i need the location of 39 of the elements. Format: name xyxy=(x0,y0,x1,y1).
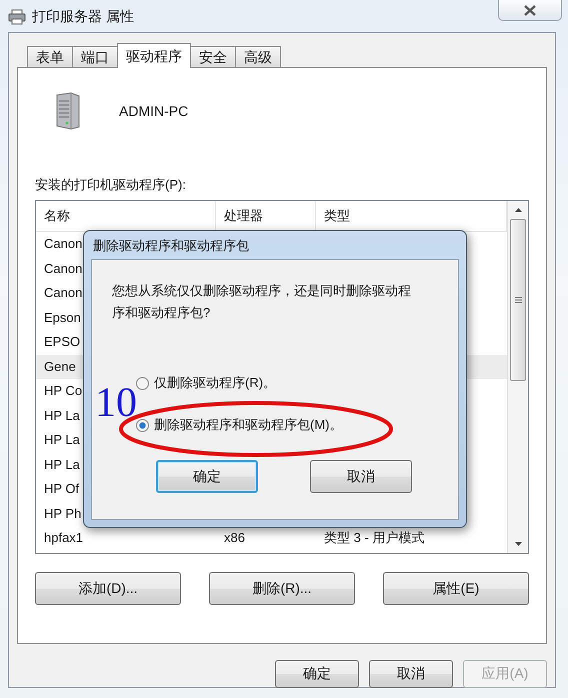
dialog-title: 删除驱动程序和驱动程序包 xyxy=(92,237,250,255)
type-cell-text: 类型 3 - 用户模式 xyxy=(323,529,424,547)
radio-label[interactable]: 仅删除驱动程序(R)。 xyxy=(154,374,276,392)
server-name: ADMIN-PC xyxy=(119,103,188,119)
tab[interactable]: 高级 xyxy=(235,46,281,67)
grip-icon xyxy=(514,297,522,303)
driver-name: HP Ph xyxy=(43,504,82,522)
server-icon xyxy=(55,92,81,130)
list-row[interactable]: hpfax1 x86 类型 3 - 用户模式 xyxy=(36,526,507,550)
action-button[interactable]: 添加(D)... xyxy=(35,572,181,605)
window-title: 打印服务器 属性 xyxy=(32,8,134,26)
scroll-up-icon[interactable] xyxy=(514,208,522,212)
processor-cell-text: x86 xyxy=(223,529,245,547)
action-button[interactable]: 删除(R)... xyxy=(209,572,355,605)
driver-name: HP Of xyxy=(43,480,80,498)
close-button[interactable] xyxy=(498,0,562,21)
scrollbar[interactable] xyxy=(507,201,528,553)
driver-name: Canon xyxy=(43,260,82,278)
dialog-button[interactable]: 确定 xyxy=(156,460,258,493)
tab[interactable]: 安全 xyxy=(190,46,236,67)
tab[interactable]: 驱动程序 xyxy=(117,43,191,68)
scroll-thumb[interactable] xyxy=(510,219,526,381)
dialog-button[interactable]: 取消 xyxy=(369,660,453,688)
driver-name: Gene xyxy=(43,358,76,376)
driver-name: EPSO xyxy=(43,333,80,351)
action-button[interactable]: 属性(E) xyxy=(383,572,529,605)
driver-name: hpfax1 xyxy=(43,529,84,547)
radio-button[interactable] xyxy=(136,376,149,390)
radio-button[interactable] xyxy=(136,418,149,432)
dialog-button[interactable]: 取消 xyxy=(310,460,412,493)
tab[interactable]: 表单 xyxy=(27,46,73,67)
step-number: 10 xyxy=(95,382,137,424)
tab[interactable]: 端口 xyxy=(72,46,118,67)
printer-icon xyxy=(8,9,26,25)
scroll-down-icon[interactable] xyxy=(514,542,522,546)
dialog-button[interactable]: 确定 xyxy=(275,660,359,688)
dialog-message: 您想从系统仅仅删除驱动程序，还是同时删除驱动程序和驱动程序包? xyxy=(112,282,412,322)
close-icon xyxy=(524,4,536,16)
list-label: 安装的打印机驱动程序(P): xyxy=(35,176,187,194)
